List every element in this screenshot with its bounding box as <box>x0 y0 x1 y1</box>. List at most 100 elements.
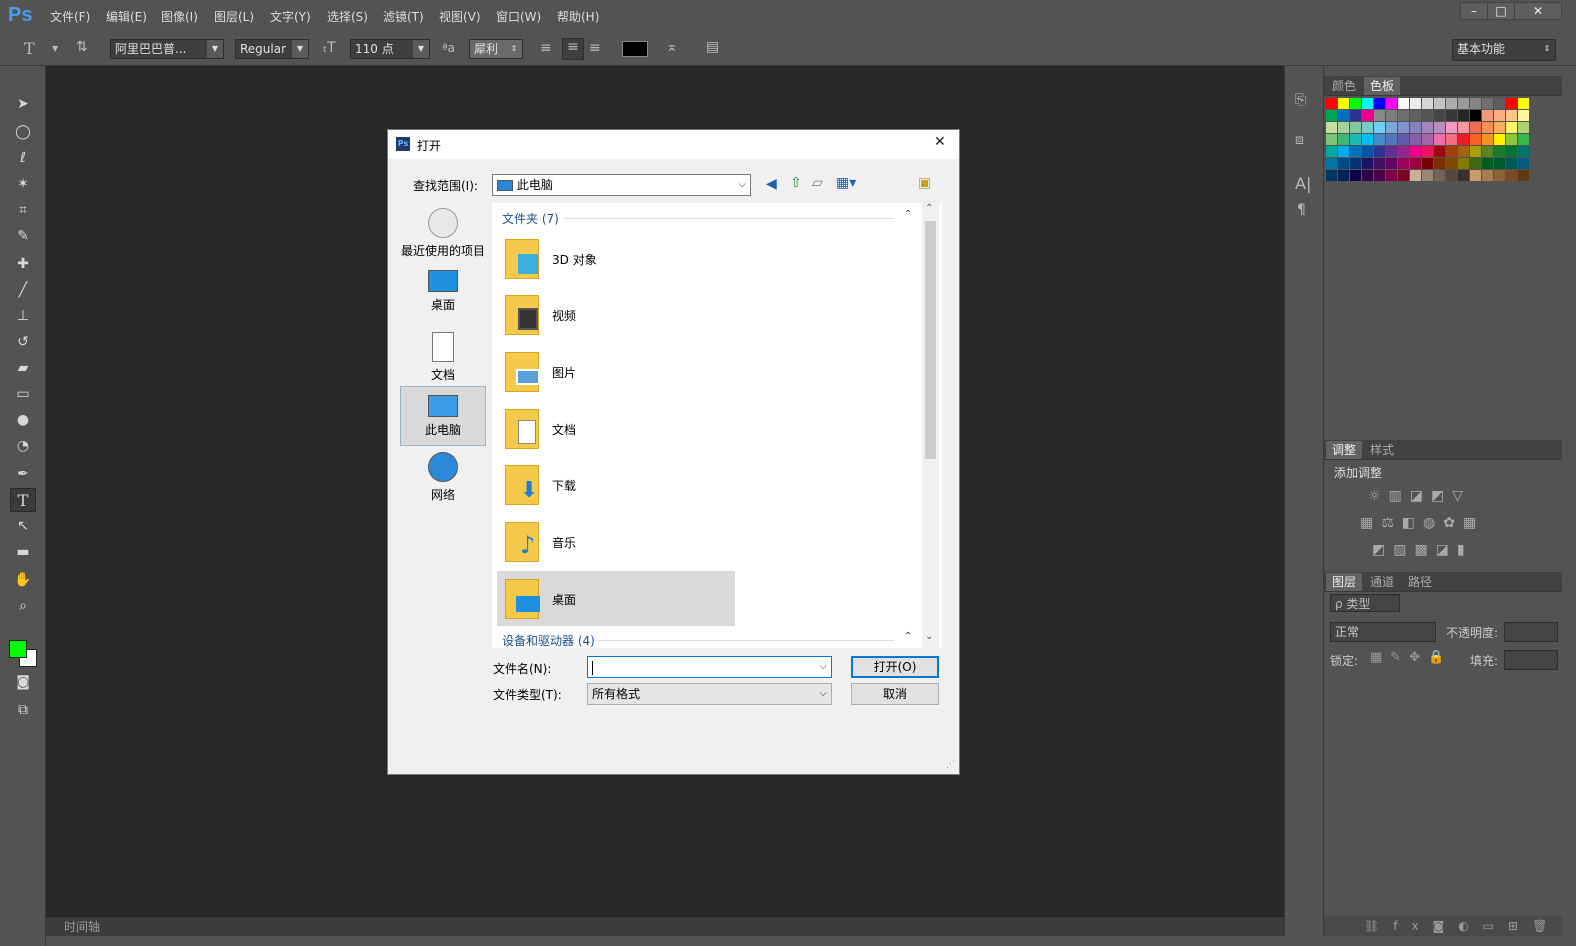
place-this-pc[interactable]: 此电脑 <box>400 386 486 446</box>
color-swatch[interactable] <box>1410 98 1421 109</box>
color-swatch[interactable] <box>1386 122 1397 133</box>
color-swatch[interactable] <box>1350 158 1361 169</box>
place-documents[interactable]: 文档 <box>400 328 486 388</box>
color-swatch[interactable] <box>1518 146 1529 157</box>
color-swatch[interactable] <box>1482 110 1493 121</box>
menu-image[interactable]: 图像(I) <box>161 8 198 25</box>
color-swatch[interactable] <box>1494 98 1505 109</box>
lasso-icon[interactable]: ℓ <box>10 146 36 170</box>
filename-input[interactable]: ⌵ <box>587 656 832 678</box>
color-swatch[interactable] <box>1422 110 1433 121</box>
color-swatch[interactable] <box>1446 98 1457 109</box>
menu-help[interactable]: 帮助(H) <box>557 8 599 25</box>
color-swatch[interactable] <box>1506 98 1517 109</box>
folder-item[interactable]: ♪ 音乐 <box>497 514 735 569</box>
collapse-icon[interactable]: ⌃ <box>904 631 912 642</box>
color-swatch[interactable] <box>1362 98 1373 109</box>
tab-color[interactable]: 颜色 <box>1326 77 1362 95</box>
folder-item[interactable]: 桌面 <box>497 571 735 626</box>
look-in-select[interactable]: 此电脑 ⌵ <box>492 174 751 196</box>
collapse-icon[interactable]: ⌃ <box>904 209 912 220</box>
color-swatch[interactable] <box>1422 146 1433 157</box>
color-swatch[interactable] <box>1434 158 1445 169</box>
color-swatch[interactable] <box>1506 110 1517 121</box>
color-swatch[interactable] <box>1482 122 1493 133</box>
color-swatch[interactable] <box>1422 134 1433 145</box>
character-icon[interactable]: A| <box>1295 174 1311 193</box>
color-swatch[interactable] <box>1374 110 1385 121</box>
chevron-down-icon[interactable]: ▼ <box>52 44 58 53</box>
color-swatch[interactable] <box>1494 170 1505 181</box>
healing-brush-icon[interactable]: ✚ <box>10 252 36 276</box>
color-swatch[interactable] <box>1506 134 1517 145</box>
color-swatch[interactable] <box>1398 122 1409 133</box>
color-swatch[interactable] <box>1506 146 1517 157</box>
color-swatch[interactable] <box>1326 122 1337 133</box>
color-swatch[interactable] <box>1446 158 1457 169</box>
open-button[interactable]: 打开(O) <box>851 656 939 678</box>
color-swatch[interactable] <box>1518 134 1529 145</box>
color-swatch[interactable] <box>1398 110 1409 121</box>
color-swatch[interactable] <box>1326 98 1337 109</box>
color-swatch[interactable] <box>1482 98 1493 109</box>
zoom-icon[interactable]: ⌕ <box>10 594 36 618</box>
color-swatch[interactable] <box>1422 170 1433 181</box>
magic-wand-icon[interactable]: ✶ <box>10 172 36 196</box>
color-swatch[interactable] <box>1422 122 1433 133</box>
align-center-icon[interactable]: ≡ <box>562 38 584 60</box>
favorite-folder-icon[interactable]: ▣ <box>918 175 931 191</box>
color-swatch[interactable] <box>1470 134 1481 145</box>
color-swatch[interactable] <box>1326 170 1337 181</box>
rectangle-icon[interactable]: ▬ <box>10 540 36 564</box>
3d-panel-icon[interactable]: ⧈ <box>1295 132 1304 148</box>
color-swatch[interactable] <box>1494 110 1505 121</box>
new-folder-icon[interactable]: ▱ <box>812 175 823 191</box>
menu-type[interactable]: 文字(Y) <box>270 8 311 25</box>
color-swatch[interactable] <box>1350 146 1361 157</box>
folder-item[interactable]: 视频 <box>497 287 735 342</box>
color-swatch[interactable] <box>1386 110 1397 121</box>
folder-item[interactable]: 文档 <box>497 401 735 456</box>
screen-mode-icon[interactable]: ⧉ <box>10 698 36 722</box>
color-swatch[interactable] <box>1362 170 1373 181</box>
foreground-color-swatch[interactable] <box>9 640 27 658</box>
warp-text-icon[interactable]: ⌅ <box>666 39 678 55</box>
gradient-icon[interactable]: ▭ <box>10 382 36 406</box>
menu-select[interactable]: 选择(S) <box>327 8 368 25</box>
color-swatch[interactable] <box>1410 146 1421 157</box>
file-list[interactable]: 文件夹 (7) ⌃ 3D 对象 视频 图片 文档 ⬇ 下载 ♪ 音乐 桌面 设备… <box>492 203 942 648</box>
tab-layers[interactable]: 图层 <box>1326 573 1363 591</box>
crop-icon[interactable]: ⌗ <box>10 198 36 222</box>
scroll-down-icon[interactable]: ⌄ <box>925 631 933 642</box>
color-swatch[interactable] <box>1338 110 1349 121</box>
color-swatch[interactable] <box>1458 110 1469 121</box>
adjustment-icons-row-3[interactable]: ◩▨▩◪▮ <box>1372 542 1473 558</box>
blur-icon[interactable]: ● <box>10 408 36 432</box>
antialias-select[interactable]: 犀利 ⇕ <box>469 39 523 59</box>
color-swatch[interactable] <box>1350 98 1361 109</box>
color-swatch[interactable] <box>1398 134 1409 145</box>
color-swatch[interactable] <box>1518 122 1529 133</box>
color-swatch[interactable] <box>1422 98 1433 109</box>
color-swatch[interactable] <box>1494 122 1505 133</box>
folder-item[interactable]: 图片 <box>497 344 735 399</box>
color-swatch[interactable] <box>1458 98 1469 109</box>
color-swatch[interactable] <box>1470 170 1481 181</box>
align-right-icon[interactable]: ≡ <box>589 40 601 56</box>
color-swatch[interactable] <box>1446 122 1457 133</box>
color-swatch[interactable] <box>1434 134 1445 145</box>
move-icon[interactable]: ➤ <box>10 92 36 116</box>
color-swatch[interactable] <box>1374 134 1385 145</box>
blend-mode-select[interactable]: 正常 <box>1330 622 1436 642</box>
color-swatch[interactable] <box>1434 146 1445 157</box>
color-swatch[interactable] <box>1446 110 1457 121</box>
color-swatch[interactable] <box>1362 134 1373 145</box>
character-panel-icon[interactable]: ▤ <box>706 39 719 55</box>
color-swatch[interactable] <box>1446 170 1457 181</box>
color-swatch[interactable] <box>1386 158 1397 169</box>
place-recent[interactable]: 最近使用的项目 <box>400 204 486 264</box>
menu-window[interactable]: 窗口(W) <box>496 8 541 25</box>
pen-icon[interactable]: ✒ <box>10 462 36 486</box>
color-swatch[interactable] <box>1326 146 1337 157</box>
color-swatch[interactable] <box>1398 170 1409 181</box>
